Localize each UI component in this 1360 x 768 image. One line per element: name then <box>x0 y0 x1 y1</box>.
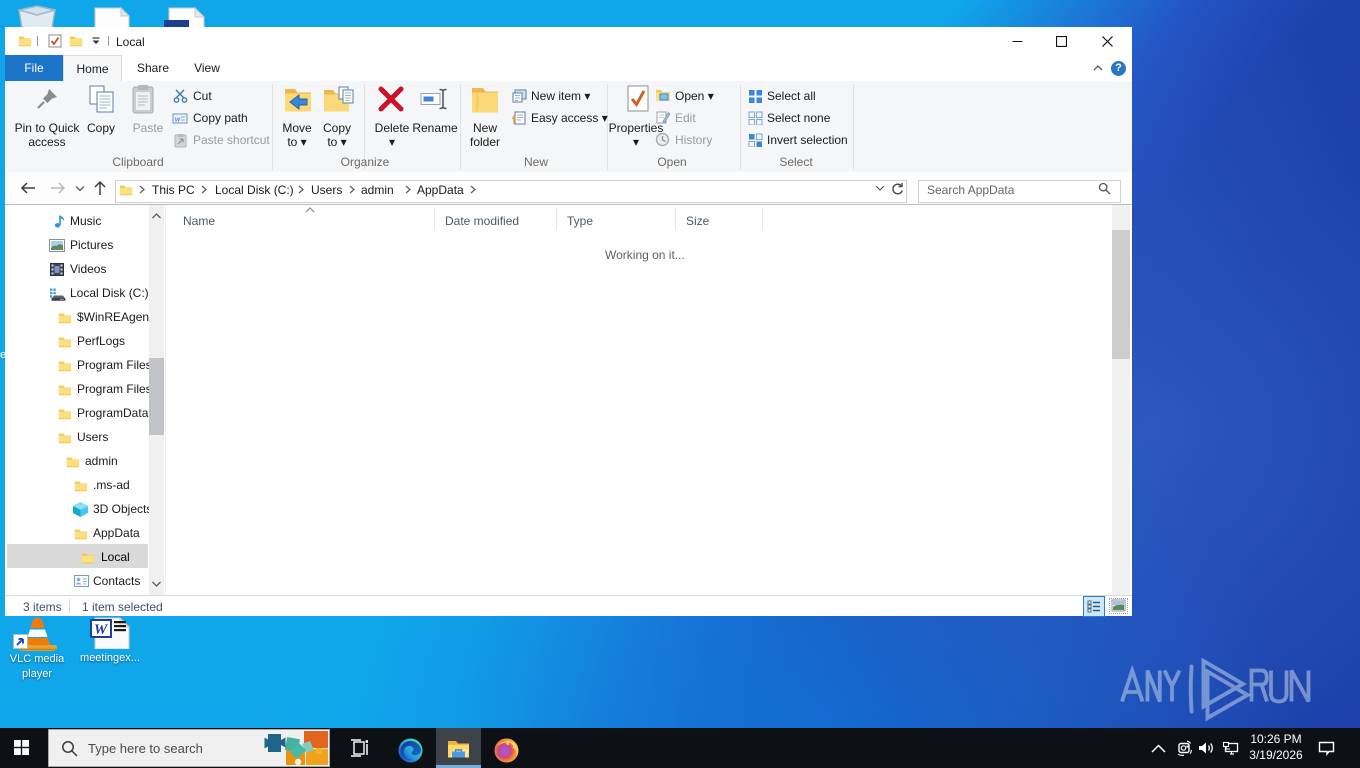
svg-text:W: W <box>94 622 109 638</box>
